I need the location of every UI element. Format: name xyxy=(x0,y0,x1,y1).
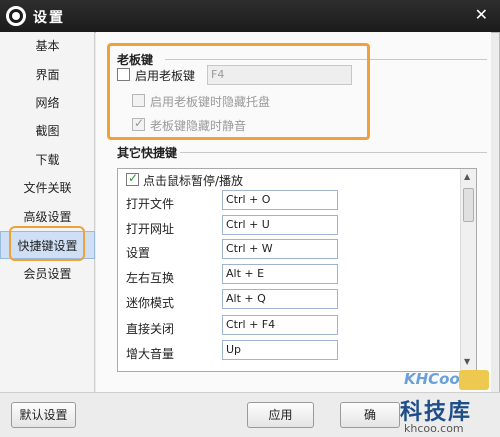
watermark-brand: KHCoo xyxy=(404,370,460,388)
shortcut-label-open-file: 打开文件 xyxy=(126,197,175,211)
shortcut-label-mini-mode: 迷你模式 xyxy=(126,296,175,310)
other-shortcuts-divider xyxy=(180,152,487,153)
shortcut-field-close[interactable]: Ctrl + F4 xyxy=(222,315,338,335)
shortcut-label-settings: 设置 xyxy=(126,246,151,260)
mute-checkbox[interactable] xyxy=(132,116,145,131)
title-bar: 设置 ✕ xyxy=(0,0,500,32)
other-shortcuts-title: 其它快捷键 xyxy=(117,146,178,160)
sidebar-highlight-frame xyxy=(9,226,85,261)
window-title: 设置 xyxy=(33,10,65,26)
sidebar-item-file-association[interactable]: 文件关联 xyxy=(0,174,95,202)
shortcut-label-volume-up: 增大音量 xyxy=(126,347,175,361)
scroll-up-arrow-icon[interactable]: ▲ xyxy=(464,172,470,181)
sidebar-item-network[interactable]: 网络 xyxy=(0,89,95,117)
app-logo-icon xyxy=(6,6,26,26)
sidebar-item-interface[interactable]: 界面 xyxy=(0,61,95,89)
ok-button[interactable]: 确 xyxy=(340,402,400,428)
sidebar-item-screenshot[interactable]: 截图 xyxy=(0,117,95,145)
enable-boss-key-label: 启用老板键 xyxy=(135,69,196,83)
shortcut-label-close: 直接关闭 xyxy=(126,322,175,336)
scroll-down-arrow-icon[interactable]: ▼ xyxy=(464,357,470,366)
sidebar-item-download[interactable]: 下载 xyxy=(0,146,95,174)
boss-key-hotkey-field[interactable]: F4 xyxy=(207,65,352,85)
mute-label: 老板键隐藏时静音 xyxy=(150,119,247,133)
hide-tray-checkbox[interactable] xyxy=(132,94,145,107)
pause-play-label: 点击鼠标暂停/播放 xyxy=(143,174,244,188)
shortcut-field-mini-mode[interactable]: Alt + Q xyxy=(222,289,338,309)
shortcut-field-volume-up[interactable]: Up xyxy=(222,340,338,360)
pause-play-checkbox[interactable] xyxy=(126,171,139,186)
enable-boss-key-checkbox[interactable] xyxy=(117,68,130,81)
sidebar-item-member[interactable]: 会员设置 xyxy=(0,260,95,288)
hide-tray-label: 启用老板键时隐藏托盘 xyxy=(150,95,271,109)
close-icon[interactable]: ✕ xyxy=(475,5,488,24)
watermark-url: khcoo.com xyxy=(404,422,464,435)
shortcut-field-open-file[interactable]: Ctrl + O xyxy=(222,190,338,210)
sidebar-item-basic[interactable]: 基本 xyxy=(0,32,95,60)
watermark-book-icon xyxy=(459,370,489,390)
shortcut-label-open-url: 打开网址 xyxy=(126,222,175,236)
shortcut-field-open-url[interactable]: Ctrl + U xyxy=(222,215,338,235)
sidebar: 基本 界面 网络 截图 下载 文件关联 高级设置 快捷键设置 会员设置 xyxy=(0,32,95,392)
scroll-thumb[interactable] xyxy=(463,188,474,222)
shortcut-list-scrollbar[interactable]: ▲ ▼ xyxy=(460,169,476,371)
default-settings-button[interactable]: 默认设置 xyxy=(11,402,76,428)
apply-button[interactable]: 应用 xyxy=(247,402,314,428)
shortcut-field-swap[interactable]: Alt + E xyxy=(222,264,338,284)
shortcut-label-swap: 左右互换 xyxy=(126,271,175,285)
shortcut-field-settings[interactable]: Ctrl + W xyxy=(222,239,338,259)
